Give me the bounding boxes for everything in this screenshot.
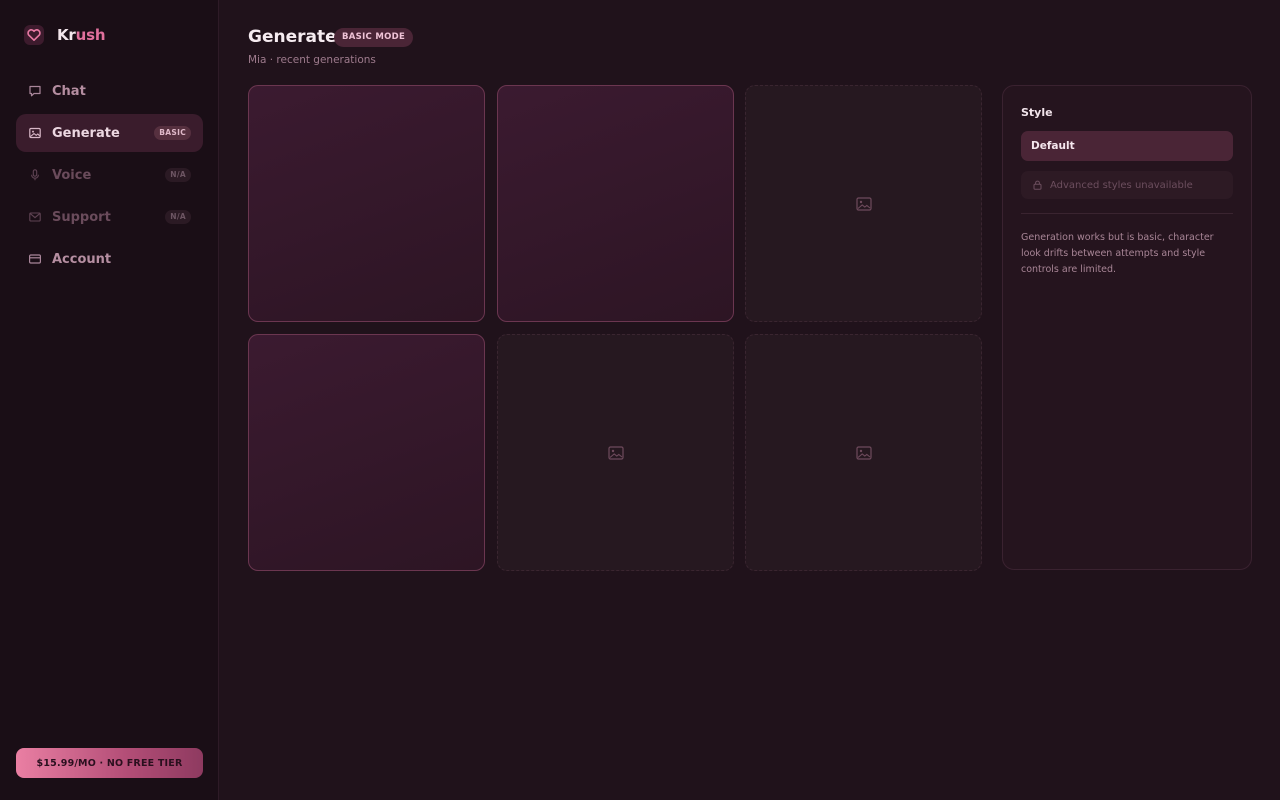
sidebar-item-label: Account xyxy=(52,251,112,267)
subscribe-button[interactable]: $15.99/MO · NO FREE TIER xyxy=(16,748,203,778)
sidebar-item-label: Voice xyxy=(52,167,92,183)
sidebar-item-generate[interactable]: Generate BASIC xyxy=(16,114,203,152)
page-subtitle: Mia · recent generations xyxy=(248,54,376,66)
style-panel: Style Default Advanced styles unavailabl… xyxy=(1002,85,1252,570)
empty-image-tile xyxy=(745,334,982,571)
image-placeholder-icon xyxy=(855,445,872,460)
mode-badge: BASIC MODE xyxy=(334,28,414,47)
microphone-icon xyxy=(31,169,39,181)
generated-image-tile[interactable] xyxy=(497,85,734,322)
status-badge: BASIC xyxy=(154,126,191,140)
sidebar-item-label: Support xyxy=(52,209,111,225)
sidebar-item-label: Generate xyxy=(52,125,120,141)
style-option-advanced-locked: Advanced styles unavailable xyxy=(1021,171,1233,199)
image-placeholder-icon xyxy=(607,445,624,460)
image-icon xyxy=(29,127,41,139)
sidebar-item-account[interactable]: Account xyxy=(16,240,203,278)
lock-icon xyxy=(1033,180,1042,190)
image-placeholder-icon xyxy=(855,196,872,211)
brand-logo[interactable]: Krush xyxy=(24,24,106,46)
sidebar: Krush Chat Generate BASIC Voice N/A Supp… xyxy=(0,0,219,800)
generated-image-tile[interactable] xyxy=(248,85,485,322)
status-badge: N/A xyxy=(165,168,191,182)
page-title: Generate xyxy=(248,27,337,47)
empty-image-tile xyxy=(745,85,982,322)
sidebar-item-label: Chat xyxy=(52,83,86,99)
heart-icon xyxy=(24,25,44,45)
divider xyxy=(1021,213,1233,214)
sidebar-item-chat[interactable]: Chat xyxy=(16,72,203,110)
sidebar-nav: Chat Generate BASIC Voice N/A Support N/… xyxy=(16,72,203,282)
style-panel-title: Style xyxy=(1021,106,1053,119)
mail-icon xyxy=(29,212,41,222)
locked-option-label: Advanced styles unavailable xyxy=(1050,179,1193,191)
chat-bubble-icon xyxy=(29,85,41,97)
credit-card-icon xyxy=(29,254,42,264)
generated-image-tile[interactable] xyxy=(248,334,485,571)
generation-note: Generation works but is basic, character… xyxy=(1021,232,1214,275)
empty-image-tile xyxy=(497,334,734,571)
style-option-default[interactable]: Default xyxy=(1021,131,1233,161)
sidebar-item-voice[interactable]: Voice N/A xyxy=(16,156,203,194)
sidebar-item-support[interactable]: Support N/A xyxy=(16,198,203,236)
status-badge: N/A xyxy=(165,210,191,224)
brand-name: Krush xyxy=(57,26,106,44)
